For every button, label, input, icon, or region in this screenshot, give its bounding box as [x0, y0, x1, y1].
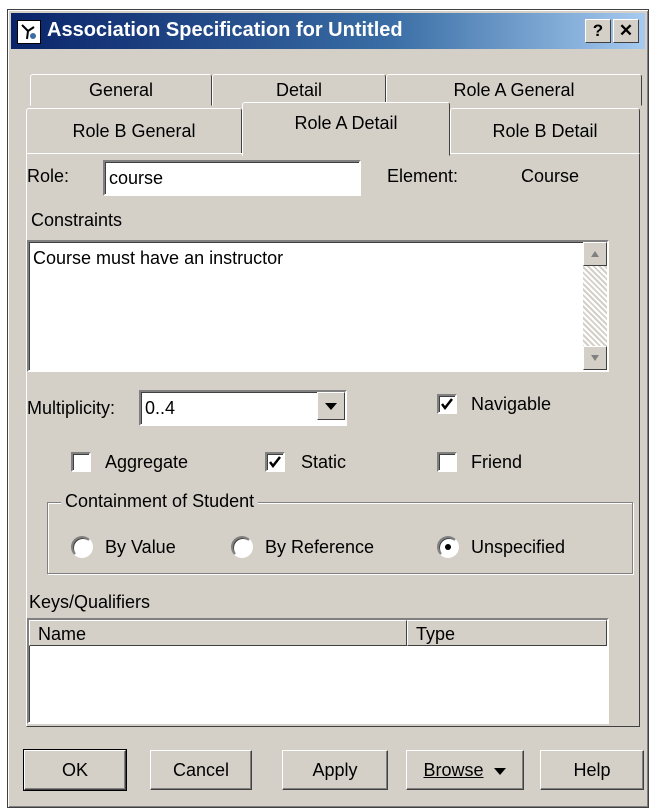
cancel-button[interactable]: Cancel — [150, 750, 252, 790]
close-icon[interactable]: ✕ — [613, 19, 639, 43]
scroll-down-icon[interactable] — [583, 346, 607, 370]
browse-dropdown-icon — [493, 768, 506, 775]
friend-checkbox[interactable] — [437, 452, 457, 472]
column-header-name[interactable]: Name — [29, 620, 407, 646]
containment-title: Containment of Student — [61, 491, 259, 512]
apply-button[interactable]: Apply — [282, 750, 388, 790]
column-header-type[interactable]: Type — [407, 620, 607, 646]
friend-label: Friend — [471, 452, 523, 472]
role-input-value: course — [109, 168, 164, 188]
by-reference-label: By Reference — [265, 537, 375, 557]
role-input[interactable]: course — [103, 160, 361, 196]
radio-by-value[interactable] — [71, 536, 93, 558]
radio-unspecified[interactable] — [437, 536, 459, 558]
aggregate-label: Aggregate — [105, 452, 189, 472]
help-button[interactable]: Help — [540, 750, 644, 790]
constraints-scrollbar[interactable] — [583, 242, 607, 370]
constraints-text: Course must have an instructor — [33, 248, 284, 268]
browse-button[interactable]: Browse — [406, 750, 524, 790]
multiplicity-value: 0..4 — [145, 398, 176, 418]
multiplicity-dropdown[interactable]: 0..4 — [139, 390, 347, 426]
multiplicity-label: Multiplicity: — [27, 398, 116, 418]
role-a-detail-panel: Role: course Element: Course Constraints… — [26, 153, 640, 727]
keys-qualifiers-list[interactable]: Name Type — [27, 618, 609, 724]
constraints-label: Constraints — [31, 210, 123, 230]
element-label: Element: — [387, 166, 459, 186]
tab-role-a-detail[interactable]: Role A Detail — [242, 102, 450, 156]
element-value: Course — [521, 166, 580, 186]
aggregate-checkbox[interactable] — [71, 452, 91, 472]
navigable-checkbox[interactable] — [437, 394, 457, 414]
scroll-up-icon[interactable] — [583, 242, 607, 266]
by-value-label: By Value — [105, 537, 176, 557]
radio-by-reference[interactable] — [231, 536, 253, 558]
tab-role-b-general[interactable]: Role B General — [26, 108, 242, 154]
keys-qualifiers-label: Keys/Qualifiers — [29, 592, 151, 612]
unspecified-label: Unspecified — [471, 537, 566, 557]
title-bar: Association Specification for Untitled ?… — [11, 13, 645, 49]
tab-role-b-detail[interactable]: Role B Detail — [450, 108, 640, 154]
app-icon — [17, 20, 41, 44]
dialog-window: Association Specification for Untitled ?… — [7, 9, 649, 808]
chevron-down-icon[interactable] — [317, 392, 345, 420]
tab-general[interactable]: General — [30, 74, 212, 106]
radio-selected-dot — [445, 544, 451, 550]
window-title: Association Specification for Untitled — [47, 19, 403, 41]
role-label: Role: — [27, 166, 70, 186]
help-title-button[interactable]: ? — [585, 19, 611, 43]
navigable-label: Navigable — [471, 394, 552, 414]
static-label: Static — [301, 452, 347, 472]
constraints-textarea[interactable]: Course must have an instructor — [27, 240, 609, 372]
browse-label: Browse — [423, 760, 484, 780]
static-checkbox[interactable] — [265, 452, 285, 472]
ok-button[interactable]: OK — [23, 749, 127, 791]
